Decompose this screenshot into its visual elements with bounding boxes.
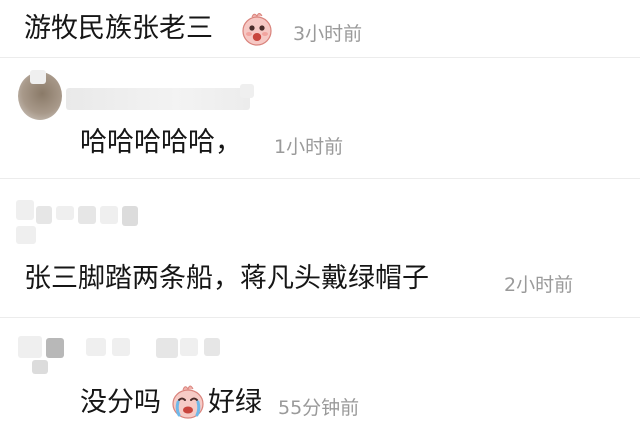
comment-3-time: 2小时前 <box>504 274 574 296</box>
username-blur <box>100 206 118 224</box>
username-blur <box>240 84 254 98</box>
username-blur <box>78 206 96 224</box>
divider <box>0 57 640 58</box>
username-blur <box>122 206 138 226</box>
username-blur <box>16 226 36 244</box>
username-blur <box>32 360 48 374</box>
username-blur <box>112 338 130 356</box>
comment-1-text: 游牧民族张老三 <box>24 13 213 44</box>
divider <box>0 317 640 318</box>
username-blur <box>30 70 46 84</box>
comment-3-text: 张三脚踏两条船，蒋凡头戴绿帽子 <box>24 263 429 294</box>
username-blur <box>56 206 74 220</box>
comment-2-text: 哈哈哈哈哈， <box>80 127 242 158</box>
username-blur <box>16 200 34 220</box>
comment-4-text: 没分吗 <box>80 387 161 418</box>
comment-4-time: 55分钟前 <box>278 397 360 419</box>
username-blur <box>156 338 178 358</box>
comment-4-text-after: 好绿 <box>208 387 262 418</box>
comment-2-time: 1小时前 <box>274 136 344 158</box>
username-blur <box>18 336 42 358</box>
username-blur <box>36 206 52 224</box>
username-blur <box>86 338 106 356</box>
username-blur <box>204 338 220 356</box>
comment-1-time: 3小时前 <box>293 23 363 45</box>
sobbing-face-icon <box>172 385 204 419</box>
username-blur[interactable] <box>66 88 250 110</box>
crying-face-icon <box>242 13 272 46</box>
username-blur <box>46 338 64 358</box>
divider <box>0 178 640 179</box>
username-blur <box>180 338 198 356</box>
